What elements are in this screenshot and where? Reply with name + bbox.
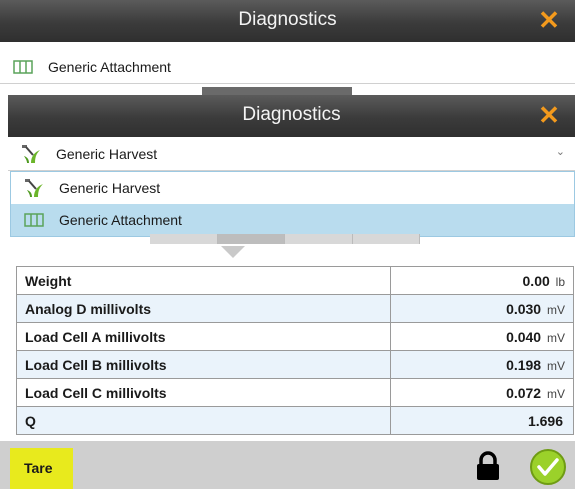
lock-icon[interactable] xyxy=(474,451,502,481)
dropdown-option-generic-attachment[interactable]: Generic Attachment xyxy=(11,204,574,236)
table-row: Analog D millivolts 0.030 mV xyxy=(16,294,574,323)
front-window-titlebar: Diagnostics ✕ xyxy=(8,95,575,137)
tab-pointer xyxy=(221,246,245,258)
reading-label: Q xyxy=(16,406,391,435)
tab-3[interactable] xyxy=(285,234,353,244)
tab-2[interactable] xyxy=(217,234,285,244)
tab-4[interactable] xyxy=(352,234,420,244)
table-row: Load Cell B millivolts 0.198 mV xyxy=(16,350,574,379)
reading-unit: mV xyxy=(547,386,565,401)
tare-button[interactable]: Tare xyxy=(10,448,73,489)
device-dropdown-list: Generic Harvest Generic Attachment xyxy=(10,171,575,237)
table-row: Load Cell A millivolts 0.040 mV xyxy=(16,322,574,351)
back-window-titlebar: Diagnostics ✕ xyxy=(0,0,575,42)
harvest-icon xyxy=(23,177,45,199)
chevron-down-icon[interactable]: ⌄ xyxy=(556,145,565,158)
reading-label: Load Cell C millivolts xyxy=(16,378,391,407)
check-circle-icon[interactable] xyxy=(529,448,567,486)
harvest-icon xyxy=(20,143,42,165)
dropdown-option-label: Generic Attachment xyxy=(59,212,182,228)
device-select[interactable]: Generic Harvest ⌄ xyxy=(8,137,575,171)
reading-value-cell: 0.00 lb xyxy=(390,266,574,295)
reading-label: Load Cell A millivolts xyxy=(16,322,391,351)
reading-value-cell: 0.040 mV xyxy=(390,322,574,351)
attachment-icon xyxy=(23,209,45,231)
reading-value-cell: 1.696 xyxy=(390,406,574,435)
tab-strip xyxy=(150,234,420,244)
back-select-label: Generic Attachment xyxy=(48,58,171,75)
table-row: Load Cell C millivolts 0.072 mV xyxy=(16,378,574,407)
back-device-select[interactable]: Generic Attachment xyxy=(0,50,575,84)
back-close-icon[interactable]: ✕ xyxy=(535,6,563,34)
reading-value: 0.00 xyxy=(522,272,550,289)
reading-unit: mV xyxy=(547,330,565,345)
device-select-label: Generic Harvest xyxy=(56,145,158,162)
front-window-title: Diagnostics xyxy=(242,104,341,125)
reading-label: Weight xyxy=(16,266,391,295)
reading-unit: mV xyxy=(547,358,565,373)
footer-bar: Tare xyxy=(0,441,575,489)
reading-value: 0.072 xyxy=(506,384,542,401)
table-row: Q 1.696 xyxy=(16,406,574,435)
back-window-title: Diagnostics xyxy=(238,9,337,30)
back-window-tab-hint xyxy=(202,87,352,95)
reading-value: 0.030 xyxy=(506,300,542,317)
reading-unit: mV xyxy=(547,302,565,317)
tab-1[interactable] xyxy=(150,234,218,244)
reading-value-cell: 0.030 mV xyxy=(390,294,574,323)
reading-value: 0.040 xyxy=(506,328,542,345)
table-row: Weight 0.00 lb xyxy=(16,266,574,295)
dropdown-option-label: Generic Harvest xyxy=(59,180,161,196)
reading-label: Load Cell B millivolts xyxy=(16,350,391,379)
reading-value-cell: 0.072 mV xyxy=(390,378,574,407)
dropdown-option-generic-harvest[interactable]: Generic Harvest xyxy=(11,172,574,204)
reading-label: Analog D millivolts xyxy=(16,294,391,323)
front-close-icon[interactable]: ✕ xyxy=(535,101,563,129)
attachment-icon xyxy=(12,56,34,78)
reading-value: 0.198 xyxy=(506,356,542,373)
reading-value-cell: 0.198 mV xyxy=(390,350,574,379)
reading-unit: lb xyxy=(555,274,565,289)
readings-table: Weight 0.00 lb Analog D millivolts 0.030… xyxy=(16,266,574,435)
reading-value: 1.696 xyxy=(527,412,563,429)
